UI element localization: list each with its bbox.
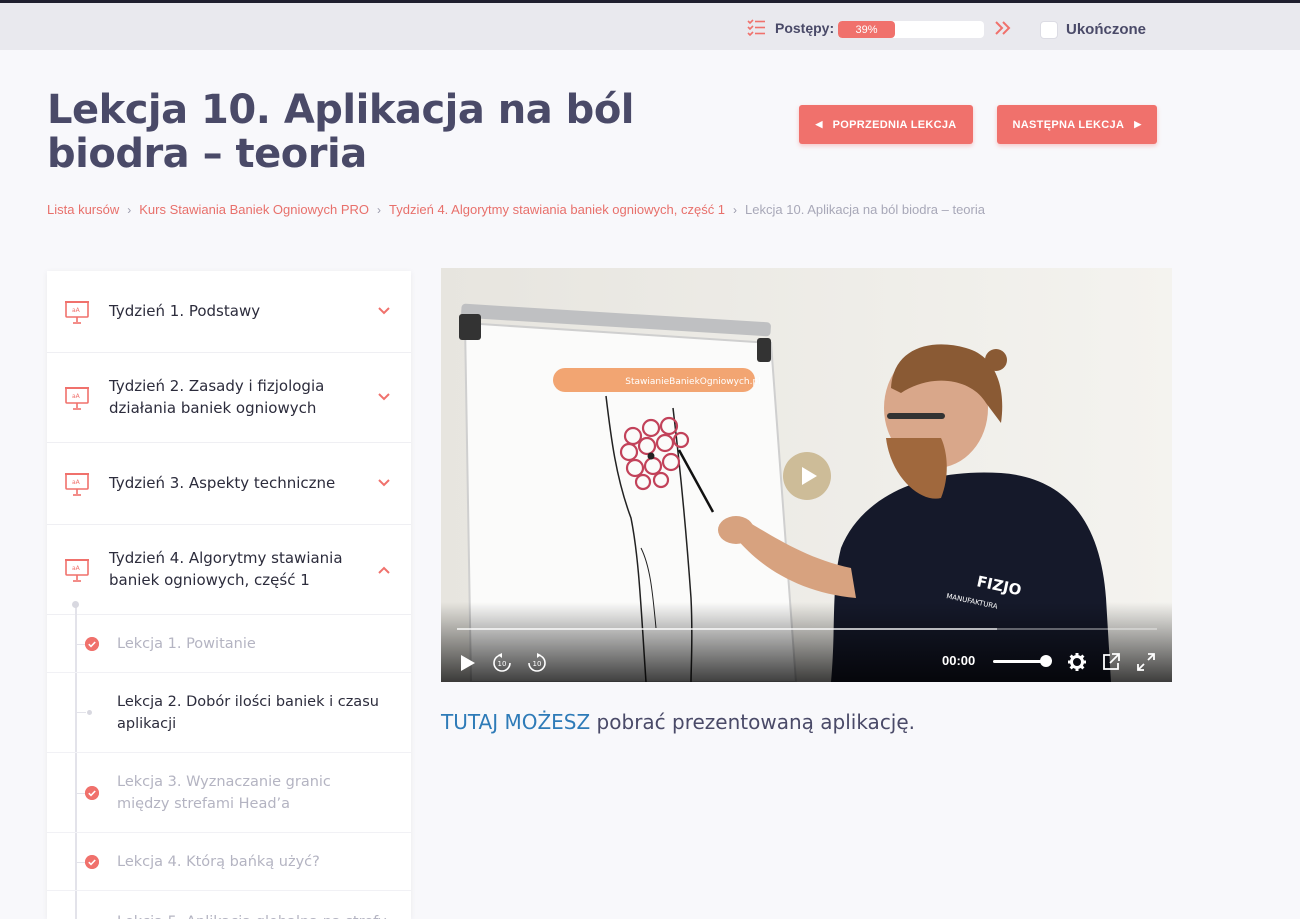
check-circle-icon <box>85 786 99 800</box>
previous-lesson-button[interactable]: ◀ POPRZEDNIA LEKCJA <box>799 105 973 144</box>
sidebar-week-label: Tydzień 4. Algorytmy stawiania baniek og… <box>109 549 343 589</box>
volume-slider[interactable] <box>993 660 1047 663</box>
lesson-label: Lekcja 2. Dobór ilości baniek i czasu ap… <box>117 694 379 732</box>
check-circle-icon <box>85 855 99 869</box>
svg-text:aA: aA <box>72 565 81 572</box>
gear-icon[interactable] <box>1067 652 1087 672</box>
presentation-board-icon: aA <box>65 473 89 496</box>
timeline-start-dot <box>72 601 79 608</box>
progress-fill: 39% <box>838 21 895 38</box>
download-link[interactable]: TUTAJ MOŻESZ <box>441 710 590 734</box>
progress-bar-header: Postępy: 39% Ukończone <box>0 0 1300 50</box>
next-lesson-label: NASTĘPNA LEKCJA <box>1012 118 1125 131</box>
chevron-right-icon: ▶ <box>1134 119 1142 129</box>
sidebar-week-1[interactable]: aA Tydzień 1. Podstawy <box>47 271 411 353</box>
lesson-label: Lekcja 5. Aplikacja globalna na strefy <box>117 911 387 919</box>
chevron-down-icon <box>378 393 390 401</box>
sidebar-week-label: Tydzień 2. Zasady i fizjologia działania… <box>109 377 325 417</box>
previous-lesson-label: POPRZEDNIA LEKCJA <box>832 118 957 131</box>
sidebar-week-label: Tydzień 1. Podstawy <box>109 302 261 320</box>
progress-label: Postępy: <box>775 20 835 36</box>
chevron-down-icon <box>378 307 390 315</box>
presentation-board-icon: aA <box>65 301 89 324</box>
sidebar-week-2[interactable]: aA Tydzień 2. Zasady i fizjologia działa… <box>47 353 411 443</box>
svg-text:10: 10 <box>533 660 542 668</box>
lesson-label: Lekcja 4. Którą bańką użyć? <box>117 854 320 870</box>
complete-checkbox[interactable] <box>1040 21 1058 39</box>
lesson-label: Lekcja 3. Wyznaczanie granic między stre… <box>117 774 331 812</box>
chevron-up-icon <box>378 566 390 574</box>
lesson-item[interactable]: Lekcja 4. Którą bańką użyć? <box>47 833 411 891</box>
breadcrumb-separator-icon: › <box>377 202 382 217</box>
presentation-board-icon: aA <box>65 559 89 582</box>
list-progress-icon <box>747 19 765 36</box>
play-icon[interactable] <box>457 653 477 673</box>
chevron-down-icon <box>378 479 390 487</box>
svg-text:10: 10 <box>498 660 507 668</box>
svg-text:aA: aA <box>72 307 81 314</box>
double-chevron-right-icon[interactable] <box>994 20 1012 36</box>
breadcrumb-current: Lekcja 10. Aplikacja na ból biodra – teo… <box>745 202 985 217</box>
sidebar-week-label: Tydzień 3. Aspekty techniczne <box>109 474 336 492</box>
sidebar-week-4[interactable]: aA Tydzień 4. Algorytmy stawiania baniek… <box>47 525 411 615</box>
timeline-tick <box>76 712 86 713</box>
timeline-dot <box>87 710 92 715</box>
check-circle-icon <box>85 637 99 651</box>
seek-bar[interactable] <box>457 628 1157 630</box>
video-player[interactable]: StawianieBaniekOgniowych.pl FIZJO MANUFA… <box>441 268 1172 682</box>
forward-10-icon[interactable]: 10 <box>527 653 547 673</box>
complete-label: Ukończone <box>1066 21 1147 38</box>
fullscreen-icon[interactable] <box>1136 652 1156 672</box>
breadcrumb-courses[interactable]: Lista kursów <box>47 202 119 217</box>
breadcrumb-separator-icon: › <box>127 202 132 217</box>
svg-text:aA: aA <box>72 479 81 486</box>
progress-track: 39% <box>838 21 984 38</box>
whiteboard-banner-text: StawianieBaniekOgniowych.pl <box>625 377 760 387</box>
breadcrumb: Lista kursów › Kurs Stawiania Baniek Ogn… <box>47 202 985 217</box>
chevron-left-icon: ◀ <box>815 119 823 129</box>
page-title: Lekcja 10. Aplikacja na ból biodra – teo… <box>47 87 635 177</box>
volume-slider-thumb[interactable] <box>1040 655 1052 667</box>
presentation-board-icon: aA <box>65 387 89 410</box>
breadcrumb-separator-icon: › <box>733 202 738 217</box>
external-link-icon[interactable] <box>1101 652 1121 672</box>
svg-text:aA: aA <box>72 393 81 400</box>
lesson-item[interactable]: Lekcja 5. Aplikacja globalna na strefy <box>47 891 411 919</box>
lesson-item[interactable]: Lekcja 3. Wyznaczanie granic między stre… <box>47 753 411 833</box>
progress-value: 39% <box>855 23 878 36</box>
sidebar-week-3[interactable]: aA Tydzień 3. Aspekty techniczne <box>47 443 411 525</box>
lesson-item[interactable]: Lekcja 1. Powitanie <box>47 615 411 673</box>
video-controls: 10 10 00:00 <box>441 602 1172 682</box>
lesson-item-current[interactable]: Lekcja 2. Dobór ilości baniek i czasu ap… <box>47 673 411 753</box>
seek-buffer <box>457 628 997 630</box>
lesson-label: Lekcja 1. Powitanie <box>117 636 256 652</box>
next-lesson-button[interactable]: NASTĘPNA LEKCJA ▶ <box>997 105 1157 144</box>
course-sidebar: aA Tydzień 1. Podstawy aA Tydzień 2. Zas… <box>47 271 411 919</box>
breadcrumb-course[interactable]: Kurs Stawiania Baniek Ogniowych PRO <box>139 202 369 217</box>
time-readout: 00:00 <box>942 653 976 668</box>
breadcrumb-week[interactable]: Tydzień 4. Algorytmy stawiania baniek og… <box>389 202 725 217</box>
download-text: pobrać prezentowaną aplikację. <box>590 710 916 734</box>
big-play-button-icon[interactable] <box>783 452 831 500</box>
rewind-10-icon[interactable]: 10 <box>492 653 512 673</box>
download-paragraph: TUTAJ MOŻESZ pobrać prezentowaną aplikac… <box>441 710 915 734</box>
